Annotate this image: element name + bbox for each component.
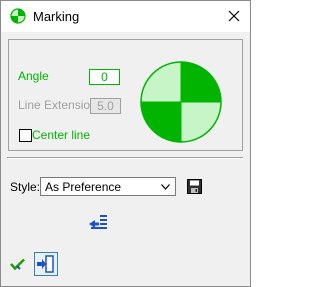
window-title: Marking (33, 9, 80, 24)
marking-app-icon (10, 8, 26, 24)
exit-door-icon (37, 255, 54, 273)
center-line-checkbox[interactable] (19, 129, 32, 142)
marking-preview-icon (140, 61, 222, 143)
chevron-down-icon (161, 184, 170, 190)
marking-dialog: Marking Angle 0 Line Extension 5.0 Cente… (0, 0, 251, 287)
angle-label: Angle (18, 69, 49, 83)
save-disk-icon[interactable] (187, 179, 202, 194)
angle-input[interactable]: 0 (89, 69, 120, 85)
ok-check-icon[interactable] (10, 258, 25, 270)
title-bar: Marking (1, 1, 250, 32)
style-select[interactable]: As Preference (40, 177, 176, 196)
style-select-value: As Preference (45, 180, 122, 194)
exit-button[interactable] (34, 252, 58, 276)
line-extension-input[interactable]: 5.0 (90, 98, 121, 114)
line-extension-label: Line Extension (18, 98, 97, 112)
marking-settings-panel: Angle 0 Line Extension 5.0 Center line (8, 39, 243, 151)
separator (7, 157, 243, 159)
update-list-icon[interactable] (88, 213, 108, 233)
center-line-label[interactable]: Center line (32, 128, 90, 142)
style-label: Style: (10, 180, 41, 194)
close-icon[interactable] (222, 5, 246, 27)
